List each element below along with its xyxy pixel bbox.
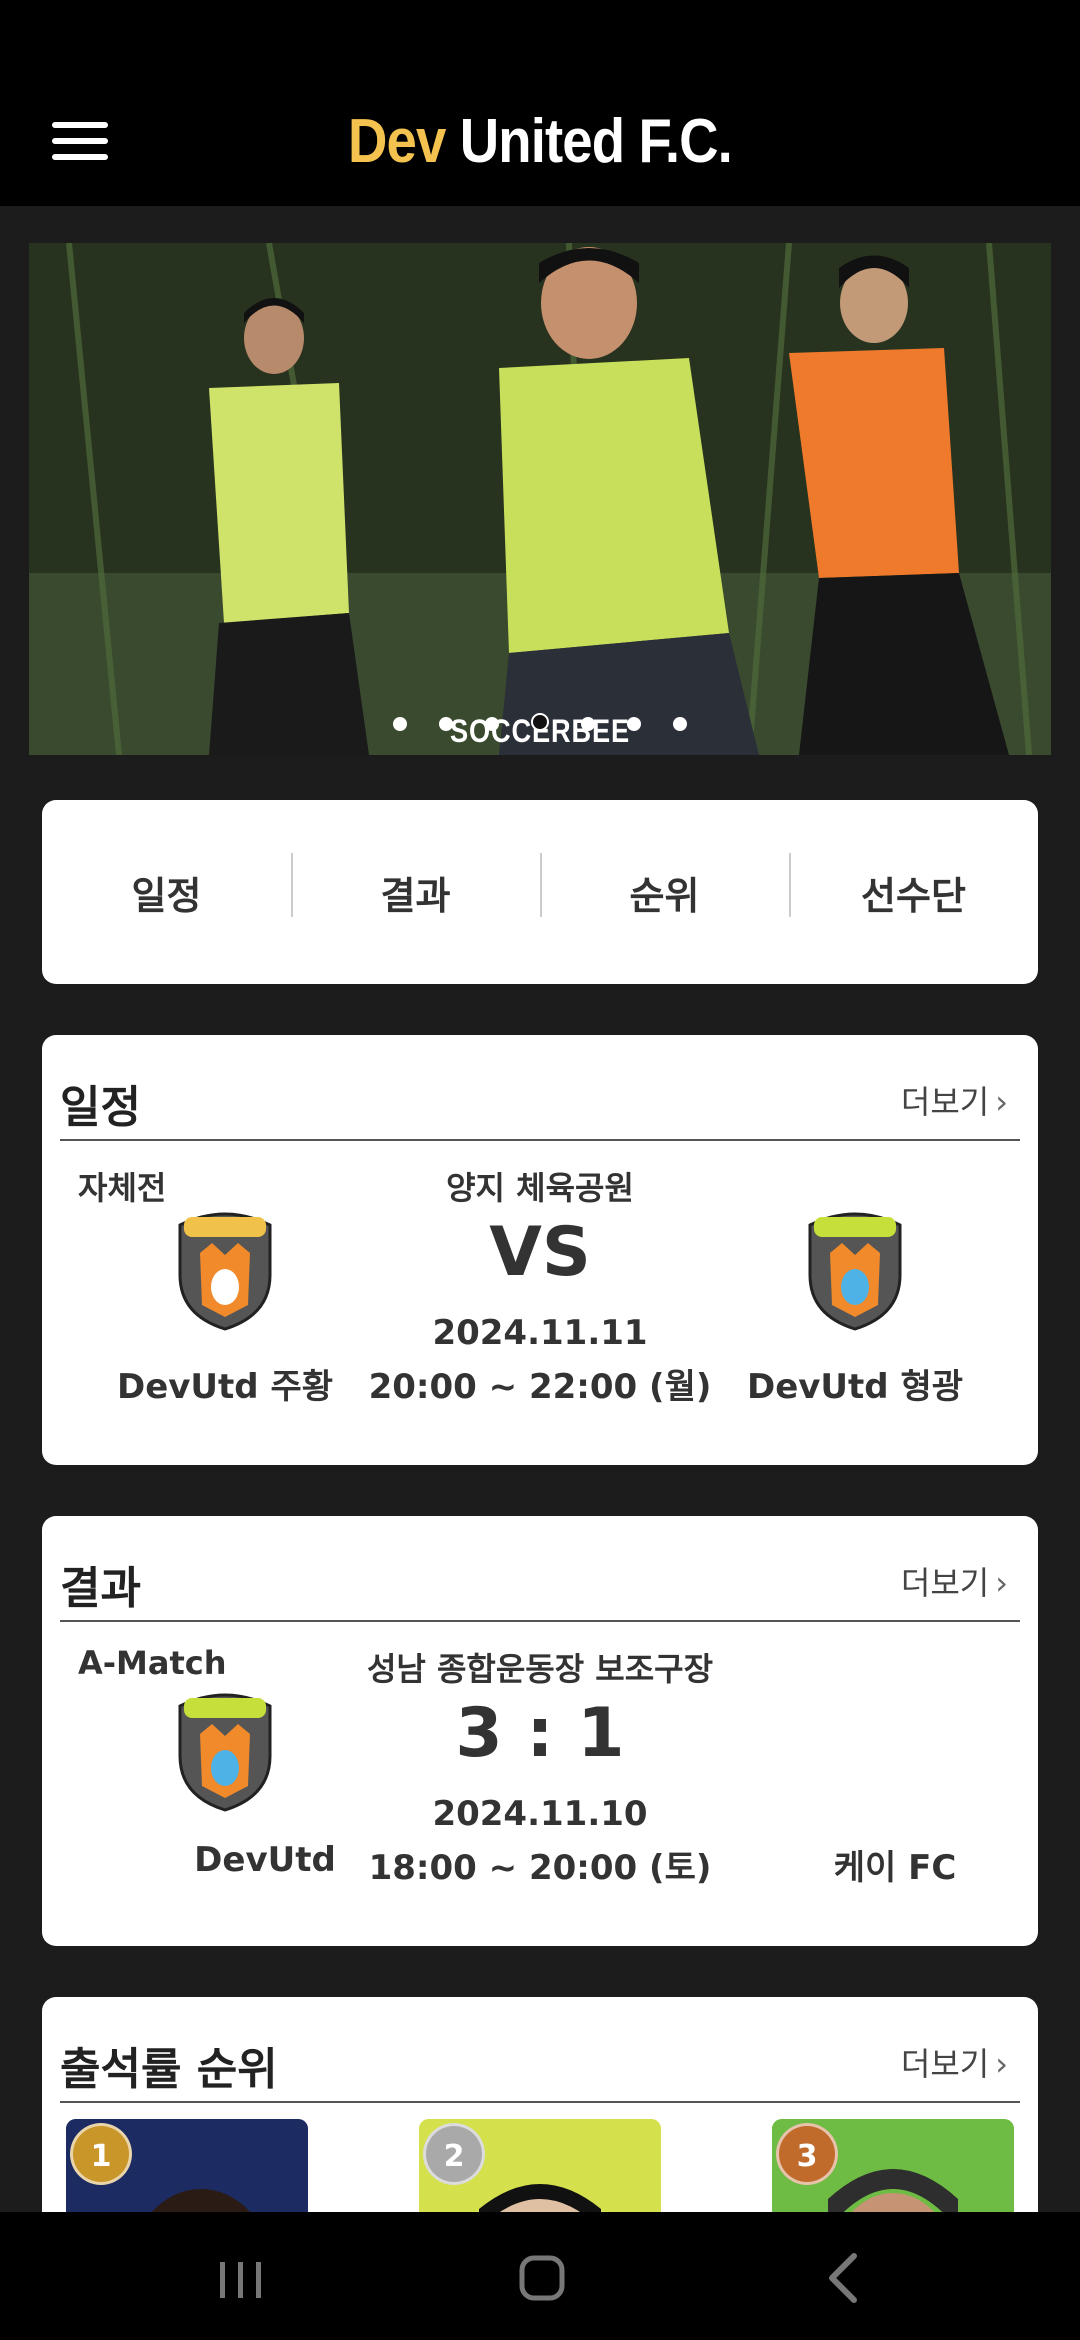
carousel-dot[interactable] [439,717,453,731]
schedule-header: 일정 더보기 › [60,1071,1020,1141]
team-photo [29,243,1051,755]
schedule-card[interactable]: 일정 더보기 › 자체전 양지 체육공원 VS 2024.11.11 20:00 … [42,1035,1038,1465]
gold-medal-icon: 1 [70,2123,132,2185]
results-more-label: 더보기 [900,1564,990,1602]
final-score: 3 : 1 [455,1694,625,1773]
match-venue: 양지 체육공원 [446,1169,634,1207]
home-team-name: DevUtd 주황 [116,1367,334,1407]
match-venue: 성남 종합운동장 보조구장 [366,1650,714,1688]
home-icon[interactable] [502,2242,582,2312]
match-date: 2024.11.10 [432,1794,648,1834]
home-team-name: DevUtd [194,1840,336,1880]
nav-roster[interactable]: 선수단 [789,852,1038,920]
results-more-link[interactable]: 더보기 › [901,1558,1008,1604]
match-date: 2024.11.11 [432,1313,648,1353]
away-team-name: 케이 FC [833,1848,957,1888]
chevron-right-icon: › [995,2045,1008,2083]
attendance-header: 출석률 순위 더보기 › [60,2033,1020,2103]
attendance-more-label: 더보기 [900,2045,990,2083]
carousel-dot[interactable] [393,717,407,731]
recent-apps-icon[interactable] [202,2242,282,2312]
attendance-title: 출석률 순위 [60,2044,278,2095]
top-app-bar: Dev United F.C. [0,0,1080,206]
carousel-dot[interactable] [627,717,641,731]
app-root: Dev United F.C. SOCCERBEE 일정 결과 순위 선수단 일… [0,0,1080,2340]
bronze-medal-icon: 3 [776,2123,838,2185]
results-header: 결과 더보기 › [60,1552,1020,1622]
carousel-dot[interactable] [673,717,687,731]
quick-nav: 일정 결과 순위 선수단 [42,800,1038,984]
silver-medal-icon: 2 [423,2123,485,2185]
nav-schedule[interactable]: 일정 [42,865,291,920]
back-icon[interactable] [802,2242,882,2312]
results-title: 결과 [60,1563,141,1614]
photo-carousel[interactable]: SOCCERBEE [29,243,1051,755]
vs-label: VS [489,1213,591,1292]
system-navigation-bar [0,2212,1080,2340]
schedule-title: 일정 [60,1082,141,1133]
away-team-name: DevUtd 형광 [746,1367,964,1407]
schedule-more-label: 더보기 [900,1083,990,1121]
carousel-dot[interactable] [485,717,499,731]
club-title-rest: United F.C. [445,107,733,176]
club-title: Dev United F.C. [65,106,1015,177]
carousel-dot-active[interactable] [531,713,549,731]
carousel-dot[interactable] [581,717,595,731]
carousel-dots [29,713,1051,735]
nav-results[interactable]: 결과 [291,852,540,920]
chevron-right-icon: › [995,1564,1008,1602]
club-title-highlight: Dev [348,107,446,176]
attendance-more-link[interactable]: 더보기 › [901,2039,1008,2085]
results-card[interactable]: 결과 더보기 › A-Match 성남 종합운동장 보조구장 3 : 1 2024… [42,1516,1038,1946]
nav-standings[interactable]: 순위 [540,852,789,920]
schedule-more-link[interactable]: 더보기 › [901,1077,1008,1123]
chevron-right-icon: › [995,1083,1008,1121]
